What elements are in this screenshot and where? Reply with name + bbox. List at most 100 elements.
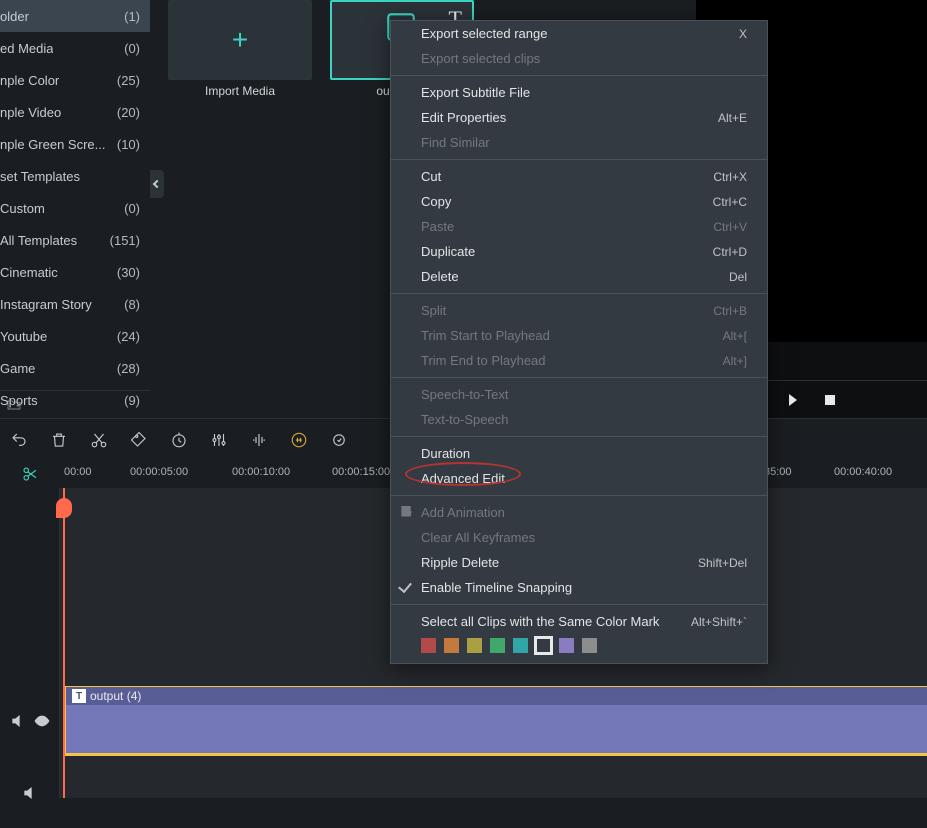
sidebar-item-label: nple Green Scre... <box>0 137 106 152</box>
sidebar-item-green-screen[interactable]: nple Green Scre... (10) <box>0 128 150 160</box>
ctx-item-copy[interactable]: Copy Ctrl+C <box>391 189 767 214</box>
track-head-video[interactable] <box>0 686 60 756</box>
audio-beats-icon[interactable] <box>250 431 268 449</box>
collapse-sidebar-handle[interactable] <box>150 170 164 198</box>
audio-stretch-icon[interactable] <box>290 431 308 449</box>
ctx-item-trim-end-to-playhead: Trim End to PlayheadAlt+] <box>391 348 767 373</box>
ruler-tick: 00:00:40:00 <box>834 466 892 478</box>
color-swatch[interactable] <box>444 638 459 653</box>
ctx-item-label: Cut <box>421 169 441 184</box>
marker-icon[interactable] <box>330 431 348 449</box>
ctx-item-label: Select all Clips with the Same Color Mar… <box>421 614 659 629</box>
ctx-item-cut[interactable]: CutCtrl+X <box>391 164 767 189</box>
color-swatch[interactable] <box>421 638 436 653</box>
playhead-line[interactable] <box>63 488 65 798</box>
sidebar-item-media[interactable]: ed Media (0) <box>0 32 150 64</box>
speaker-icon[interactable] <box>22 785 38 801</box>
ctx-item-label: Clear All Keyframes <box>421 530 535 545</box>
ctx-item-export-selected-clips: Export selected clips <box>391 46 767 71</box>
cut-icon[interactable] <box>90 431 108 449</box>
ctx-separator <box>391 75 767 76</box>
sidebar-item-count: (20) <box>117 105 140 120</box>
sidebar-item-custom[interactable]: Custom (0) <box>0 192 150 224</box>
trash-icon[interactable] <box>50 431 68 449</box>
ctx-item-label: Copy <box>421 194 451 209</box>
sidebar-item-count: (151) <box>110 233 140 248</box>
sidebar-item-templates[interactable]: set Templates <box>0 160 150 192</box>
ctx-separator <box>391 604 767 605</box>
scissors-icon[interactable] <box>21 465 39 483</box>
ctx-item-label: Advanced Edit <box>421 471 505 486</box>
color-swatch[interactable] <box>582 638 597 653</box>
undo-icon[interactable] <box>10 431 28 449</box>
import-media-tile[interactable]: + Import Media <box>168 0 312 98</box>
speed-icon[interactable] <box>170 431 188 449</box>
play-button[interactable] <box>789 394 797 406</box>
track-headers <box>0 488 60 798</box>
color-swatch[interactable] <box>513 638 528 653</box>
sidebar-footer <box>0 390 150 418</box>
sidebar-item-game[interactable]: Game (28) <box>0 352 150 384</box>
ctx-item-label: Edit Properties <box>421 110 506 125</box>
ctx-item-advanced-edit[interactable]: Advanced Edit <box>391 466 767 491</box>
ctx-item-export-selected-range[interactable]: Export selected range X <box>391 21 767 46</box>
stop-button[interactable] <box>825 395 835 405</box>
ctx-item-enable-timeline-snapping[interactable]: Enable Timeline Snapping <box>391 575 767 600</box>
ctx-item-select-all-clips-with-the-same-color-mark[interactable]: Select all Clips with the Same Color Mar… <box>391 609 767 634</box>
ctx-item-clear-all-keyframes: Clear All Keyframes <box>391 525 767 550</box>
eye-icon[interactable] <box>34 713 50 729</box>
color-swatch[interactable] <box>467 638 482 653</box>
adjust-icon[interactable] <box>210 431 228 449</box>
sidebar-item-count: (30) <box>117 265 140 280</box>
sidebar-item-all-templates[interactable]: All Templates (151) <box>0 224 150 256</box>
sidebar-item-label: older <box>0 9 29 24</box>
new-folder-icon[interactable] <box>6 397 22 413</box>
color-swatch[interactable] <box>559 638 574 653</box>
ctx-separator <box>391 159 767 160</box>
clip-label-bar: T output (4) <box>66 687 927 705</box>
ctx-item-shortcut: X <box>739 27 747 41</box>
ctx-item-ripple-delete[interactable]: Ripple DeleteShift+Del <box>391 550 767 575</box>
ctx-item-duplicate[interactable]: DuplicateCtrl+D <box>391 239 767 264</box>
playhead-handle[interactable] <box>56 498 72 518</box>
ctx-item-duration[interactable]: Duration <box>391 441 767 466</box>
sidebar-item-count: (24) <box>117 329 140 344</box>
ctx-item-label: Add Animation <box>421 505 505 520</box>
sidebar-item-label: Instagram Story <box>0 297 92 312</box>
color-swatch[interactable] <box>536 638 551 653</box>
ctx-item-label: Export selected range <box>421 26 547 41</box>
ctx-item-edit-properties[interactable]: Edit PropertiesAlt+E <box>391 105 767 130</box>
ctx-separator <box>391 495 767 496</box>
ctx-item-label: Duration <box>421 446 470 461</box>
tag-icon[interactable] <box>130 431 148 449</box>
import-media-thumb[interactable]: + <box>168 0 312 80</box>
speaker-icon[interactable] <box>10 713 26 729</box>
sidebar-item-label: Youtube <box>0 329 47 344</box>
track-head-audio[interactable] <box>0 758 60 828</box>
ctx-item-text-to-speech: Text-to-Speech <box>391 407 767 432</box>
ctx-separator <box>391 377 767 378</box>
ctx-item-shortcut: Ctrl+C <box>713 195 747 209</box>
ctx-item-label: Ripple Delete <box>421 555 499 570</box>
sidebar-item-label: nple Video <box>0 105 61 120</box>
ctx-item-label: Duplicate <box>421 244 475 259</box>
sidebar-item-folder[interactable]: older (1) <box>0 0 150 32</box>
ctx-item-shortcut: Alt+Shift+` <box>691 615 747 629</box>
timeline-clip[interactable]: T output (4) <box>63 686 927 756</box>
ctx-item-split: SplitCtrl+B <box>391 298 767 323</box>
sidebar-item-count: (28) <box>117 361 140 376</box>
text-clip-icon: T <box>72 689 86 703</box>
sidebar-item-instagram[interactable]: Instagram Story (8) <box>0 288 150 320</box>
timeline-context-menu: Export selected range X Export selected cl… <box>390 20 768 664</box>
color-swatch[interactable] <box>490 638 505 653</box>
ctx-item-shortcut: Del <box>729 270 747 284</box>
sidebar-item-video[interactable]: nple Video (20) <box>0 96 150 128</box>
ruler-tick: 00:00:10:00 <box>232 466 290 478</box>
tile-label: Import Media <box>168 84 312 98</box>
sidebar-item-label: Game <box>0 361 35 376</box>
sidebar-item-youtube[interactable]: Youtube (24) <box>0 320 150 352</box>
ctx-item-delete[interactable]: DeleteDel <box>391 264 767 289</box>
sidebar-item-color[interactable]: nple Color (25) <box>0 64 150 96</box>
sidebar-item-cinematic[interactable]: Cinematic (30) <box>0 256 150 288</box>
ctx-item-export-subtitle-file[interactable]: Export Subtitle File <box>391 80 767 105</box>
